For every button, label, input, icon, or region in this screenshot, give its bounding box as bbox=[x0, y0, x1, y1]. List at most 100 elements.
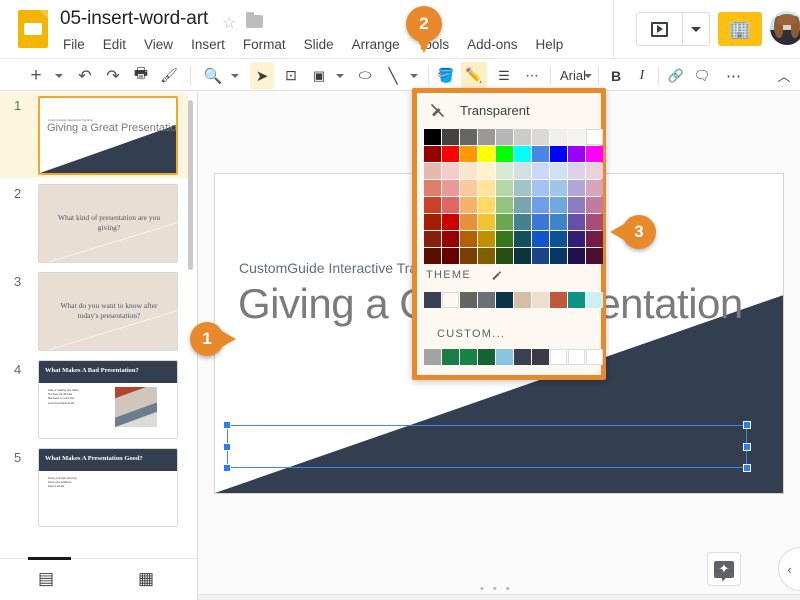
custom-swatch-0[interactable] bbox=[424, 349, 441, 365]
color-swatch-5-8[interactable] bbox=[568, 214, 585, 230]
custom-swatch-2[interactable] bbox=[460, 349, 477, 365]
color-swatch-3-3[interactable] bbox=[478, 180, 495, 196]
color-swatch-0-8[interactable] bbox=[568, 129, 585, 145]
color-swatch-6-8[interactable] bbox=[568, 231, 585, 247]
sidepanel-toggle-button[interactable]: ‹ bbox=[778, 547, 800, 591]
color-swatch-1-3[interactable] bbox=[478, 146, 495, 162]
title-selection-box[interactable] bbox=[223, 421, 751, 472]
color-swatch-6-9[interactable] bbox=[586, 231, 603, 247]
color-swatch-4-2[interactable] bbox=[460, 197, 477, 213]
color-swatch-3-5[interactable] bbox=[514, 180, 531, 196]
resize-handle-top-right[interactable] bbox=[743, 421, 751, 429]
color-swatch-0-3[interactable] bbox=[478, 129, 495, 145]
custom-color-row[interactable] bbox=[424, 349, 603, 365]
filmstrip-scrollbar[interactable] bbox=[188, 100, 193, 270]
menu-item-slide[interactable]: Slide bbox=[295, 35, 343, 54]
color-swatch-6-5[interactable] bbox=[514, 231, 531, 247]
menu-item-format[interactable]: Format bbox=[234, 35, 295, 54]
color-swatch-7-2[interactable] bbox=[460, 248, 477, 264]
color-swatch-7-5[interactable] bbox=[514, 248, 531, 264]
color-swatch-6-4[interactable] bbox=[496, 231, 513, 247]
addon-app-button[interactable]: 🏢 bbox=[718, 12, 762, 46]
resize-handle-top-left[interactable] bbox=[223, 421, 231, 429]
explore-button[interactable] bbox=[707, 552, 741, 586]
standard-color-grid[interactable] bbox=[424, 129, 603, 264]
color-swatch-2-5[interactable] bbox=[514, 163, 531, 179]
color-swatch-3-7[interactable] bbox=[550, 180, 567, 196]
menu-item-file[interactable]: File bbox=[60, 35, 94, 54]
theme-swatch-6[interactable] bbox=[532, 292, 549, 308]
line-button[interactable]: ╲ bbox=[380, 62, 406, 89]
color-swatch-1-0[interactable] bbox=[424, 146, 441, 162]
filmstrip-slide-2[interactable]: 2 What kind of presentation are you givi… bbox=[0, 180, 188, 266]
resize-handle-bottom-left[interactable] bbox=[223, 464, 231, 472]
color-swatch-4-7[interactable] bbox=[550, 197, 567, 213]
present-dropdown-button[interactable] bbox=[682, 12, 710, 46]
color-swatch-5-5[interactable] bbox=[514, 214, 531, 230]
menu-item-help[interactable]: Help bbox=[526, 35, 572, 54]
color-swatch-1-7[interactable] bbox=[550, 146, 567, 162]
menu-item-insert[interactable]: Insert bbox=[182, 35, 234, 54]
color-swatch-1-6[interactable] bbox=[532, 146, 549, 162]
color-swatch-0-0[interactable] bbox=[424, 129, 441, 145]
color-swatch-4-6[interactable] bbox=[532, 197, 549, 213]
filmstrip-slide-1[interactable]: 1 CustomGuide Interactive Training Givin… bbox=[0, 92, 188, 178]
color-swatch-2-0[interactable] bbox=[424, 163, 441, 179]
color-swatch-2-2[interactable] bbox=[460, 163, 477, 179]
color-swatch-1-2[interactable] bbox=[460, 146, 477, 162]
color-swatch-4-0[interactable] bbox=[424, 197, 441, 213]
theme-color-row[interactable] bbox=[424, 292, 603, 308]
color-swatch-0-9[interactable] bbox=[586, 129, 603, 145]
more-options-button[interactable]: ⋯ bbox=[722, 62, 746, 89]
filmstrip-slide-5[interactable]: 5 What Makes A Presentation Good? Know y… bbox=[0, 444, 188, 530]
color-swatch-5-0[interactable] bbox=[424, 214, 441, 230]
zoom-dropdown[interactable] bbox=[226, 62, 244, 89]
color-swatch-4-4[interactable] bbox=[496, 197, 513, 213]
color-swatch-7-0[interactable] bbox=[424, 248, 441, 264]
color-swatch-0-2[interactable] bbox=[460, 129, 477, 145]
slide-thumbnail[interactable]: What do you want to know after today's p… bbox=[38, 272, 178, 351]
filmstrip-slide-3[interactable]: 3 What do you want to know after today's… bbox=[0, 268, 188, 354]
add-comment-button[interactable]: 🗨 bbox=[690, 62, 714, 89]
color-swatch-0-4[interactable] bbox=[496, 129, 513, 145]
color-swatch-6-7[interactable] bbox=[550, 231, 567, 247]
theme-swatch-5[interactable] bbox=[514, 292, 531, 308]
color-swatch-3-8[interactable] bbox=[568, 180, 585, 196]
italic-button[interactable]: I bbox=[630, 62, 654, 89]
color-swatch-1-1[interactable] bbox=[442, 146, 459, 162]
menu-item-addons[interactable]: Add-ons bbox=[458, 35, 526, 54]
filmstrip-slide-4[interactable]: 4 What Makes A Bad Presentation? Lack of… bbox=[0, 356, 188, 442]
color-swatch-2-6[interactable] bbox=[532, 163, 549, 179]
fill-color-button[interactable]: 🪣 bbox=[434, 62, 458, 89]
redo-button[interactable]: ↷ bbox=[100, 62, 126, 89]
color-swatch-2-7[interactable] bbox=[550, 163, 567, 179]
color-swatch-2-1[interactable] bbox=[442, 163, 459, 179]
border-weight-button[interactable]: ☰ bbox=[491, 62, 517, 89]
color-swatch-6-2[interactable] bbox=[460, 231, 477, 247]
insert-link-button[interactable]: 🔗 bbox=[664, 62, 688, 89]
color-swatch-1-9[interactable] bbox=[586, 146, 603, 162]
color-swatch-1-5[interactable] bbox=[514, 146, 531, 162]
custom-swatch-9[interactable] bbox=[586, 349, 603, 365]
star-icon[interactable]: ☆ bbox=[222, 13, 236, 33]
border-dash-button[interactable]: ⋯ bbox=[519, 62, 545, 89]
color-swatch-2-8[interactable] bbox=[568, 163, 585, 179]
slide-filmstrip[interactable]: 1 CustomGuide Interactive Training Givin… bbox=[0, 92, 198, 600]
font-family-dropdown[interactable] bbox=[580, 62, 596, 89]
resize-handle-middle-left[interactable] bbox=[223, 443, 231, 451]
menu-item-edit[interactable]: Edit bbox=[94, 35, 135, 54]
border-color-picker-panel[interactable]: Transparent THEME CUSTOM... bbox=[412, 88, 606, 380]
color-swatch-7-7[interactable] bbox=[550, 248, 567, 264]
color-swatch-7-3[interactable] bbox=[478, 248, 495, 264]
color-swatch-3-0[interactable] bbox=[424, 180, 441, 196]
color-swatch-4-8[interactable] bbox=[568, 197, 585, 213]
color-swatch-3-6[interactable] bbox=[532, 180, 549, 196]
resize-handle-bottom-right[interactable] bbox=[743, 464, 751, 472]
slide-thumbnail[interactable]: What Makes A Bad Presentation? Lack of r… bbox=[38, 360, 178, 439]
border-color-button[interactable]: ✏️ bbox=[461, 62, 487, 89]
color-swatch-6-1[interactable] bbox=[442, 231, 459, 247]
color-swatch-6-6[interactable] bbox=[532, 231, 549, 247]
custom-section-label[interactable]: CUSTOM... bbox=[437, 328, 505, 340]
menu-item-arrange[interactable]: Arrange bbox=[343, 35, 409, 54]
color-swatch-5-9[interactable] bbox=[586, 214, 603, 230]
